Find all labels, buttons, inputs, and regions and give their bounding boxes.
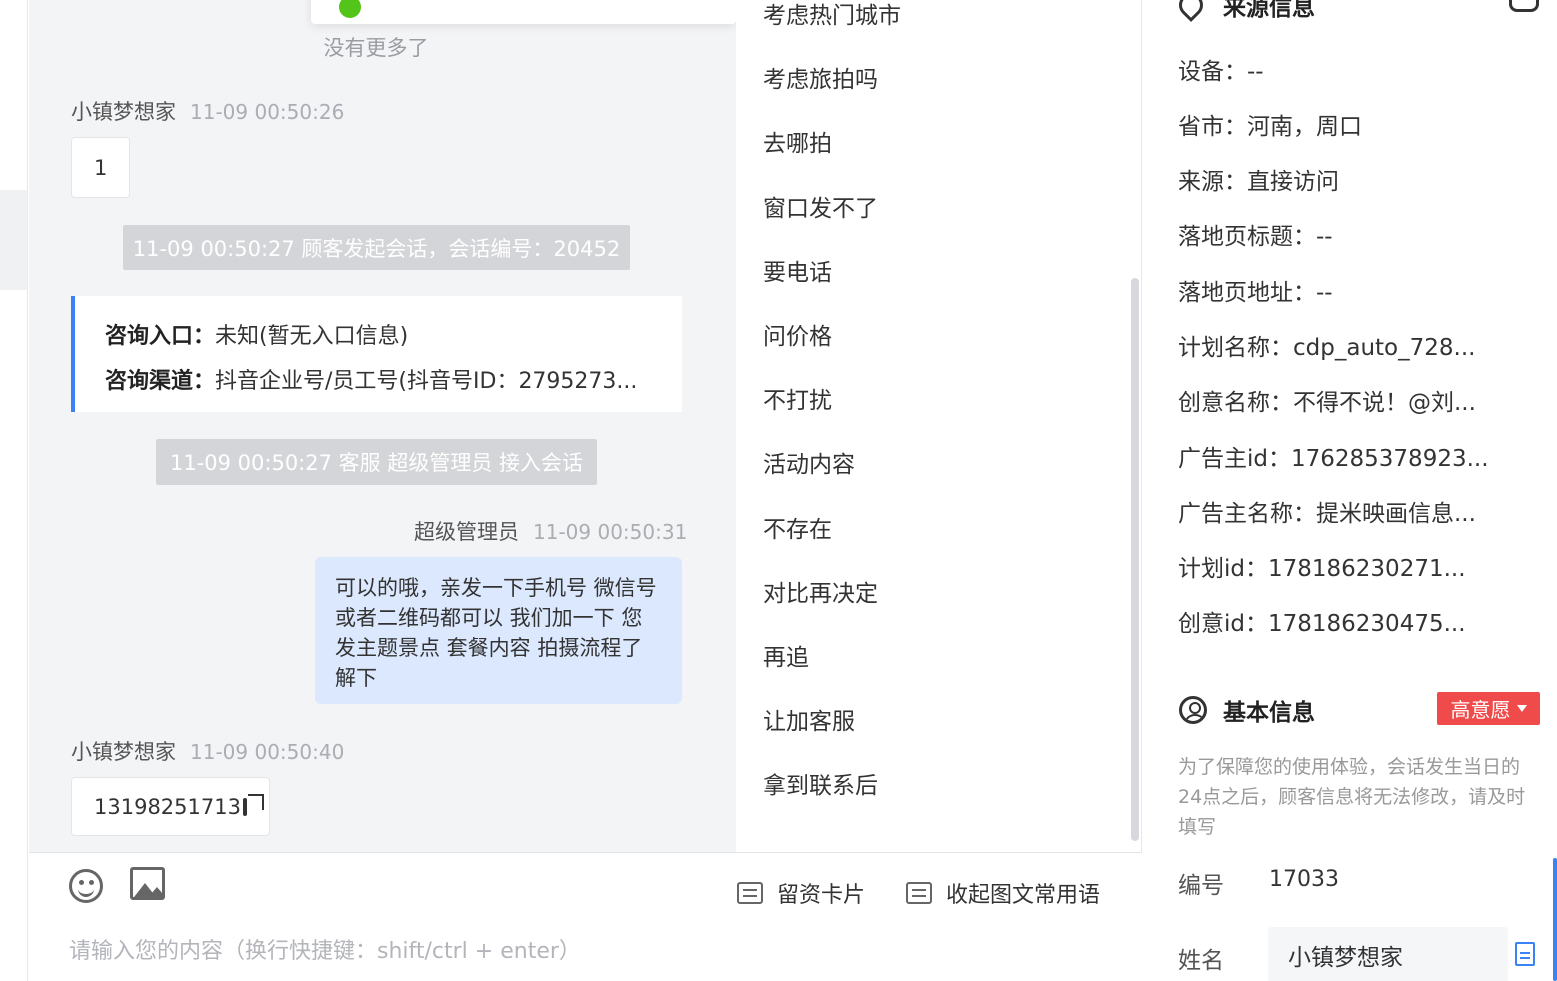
- success-icon: [339, 0, 361, 18]
- name-value: 小镇梦想家: [1288, 945, 1403, 971]
- system-message: 11-09 00:50:27 顾客发起会话，会话编号：20452: [123, 225, 630, 270]
- message-composer: 留资卡片 收起图文常用语 请输入您的内容（换行快捷键：shift/ctrl + …: [29, 852, 1142, 981]
- source-row-advertiser-id: 广告主id：176285378923...: [1178, 446, 1489, 472]
- message-text: 1: [94, 155, 108, 180]
- source-row-origin: 来源：直接访问: [1178, 169, 1339, 195]
- sidebar-selected-item[interactable]: [0, 190, 27, 290]
- card-icon: [737, 882, 763, 904]
- phrase-item[interactable]: 考虑热门城市: [763, 0, 901, 30]
- phrase-item[interactable]: 去哪拍: [763, 124, 832, 158]
- consult-info-card: 咨询入口：未知(暂无入口信息) 咨询渠道：抖音企业号/员工号(抖音号ID：279…: [71, 296, 682, 412]
- consult-channel-value: 抖音企业号/员工号(抖音号ID：2795273...: [215, 369, 638, 394]
- no-more-label: 没有更多了: [323, 36, 429, 60]
- phrase-item[interactable]: 对比再决定: [763, 574, 878, 608]
- intent-level-dropdown[interactable]: 高意愿: [1437, 692, 1540, 725]
- source-row-landing-url: 落地页地址：--: [1178, 280, 1333, 306]
- agent-message-bubble: 可以的哦，亲发一下手机号 微信号或者二维码都可以 我们加一下 您发主题景点 套餐…: [315, 557, 682, 704]
- card-icon: [906, 882, 932, 904]
- lead-card-button[interactable]: 留资卡片: [737, 877, 865, 909]
- caret-down-icon: [1516, 705, 1527, 712]
- source-row-plan-id: 计划id：178186230271...: [1178, 556, 1466, 582]
- source-row-creative-id: 创意id：178186230475...: [1178, 611, 1466, 637]
- message-sender-line: 超级管理员 11-09 00:50:31: [414, 516, 687, 546]
- phrase-item[interactable]: 让加客服: [763, 702, 855, 736]
- message-input[interactable]: 请输入您的内容（换行快捷键：shift/ctrl + enter）: [69, 933, 581, 965]
- consult-entry-value: 未知(暂无入口信息): [215, 324, 409, 349]
- source-row-creative-name: 创意名称：不得不说！@刘...: [1178, 390, 1476, 416]
- sender-name: 小镇梦想家: [71, 100, 176, 124]
- message-time: 11-09 00:50:40: [190, 740, 345, 764]
- sender-name: 小镇梦想家: [71, 740, 176, 764]
- source-info-title: 来源信息: [1223, 0, 1315, 21]
- consult-channel-row: 咨询渠道：抖音企业号/员工号(抖音号ID：2795273...: [105, 363, 682, 408]
- lead-card-label: 留资卡片: [777, 883, 866, 908]
- collapse-phrases-button[interactable]: 收起图文常用语: [906, 877, 1100, 909]
- phrase-item[interactable]: 不存在: [763, 510, 832, 544]
- consult-entry-label: 咨询入口：: [105, 324, 216, 349]
- source-info-header: 来源信息: [1174, 0, 1315, 22]
- source-row-device: 设备：--: [1178, 59, 1264, 85]
- id-label: 编号: [1178, 873, 1224, 899]
- left-sidebar-edge: [0, 0, 28, 981]
- message-time: 11-09 00:50:31: [533, 520, 688, 544]
- image-icon[interactable]: [130, 867, 165, 900]
- source-row-landing-title: 落地页标题：--: [1178, 224, 1333, 250]
- common-phrases-panel: 考虑热门城市 考虑旅拍吗 去哪拍 窗口发不了 要电话 问价格 不打扰 活动内容 …: [736, 0, 1142, 852]
- source-row-plan-name: 计划名称：cdp_auto_728...: [1178, 335, 1476, 361]
- emoji-icon[interactable]: [69, 869, 103, 903]
- phrase-item[interactable]: 考虑旅拍吗: [763, 60, 878, 94]
- message-text: 13198251713: [94, 794, 241, 819]
- source-row-region: 省市：河南，周口: [1178, 114, 1362, 140]
- copy-icon[interactable]: [242, 793, 265, 816]
- customer-message-bubble: 13198251713: [71, 777, 270, 836]
- name-label: 姓名: [1178, 948, 1224, 974]
- app-root: 没有更多了 小镇梦想家 11-09 00:50:26 1 11-09 00:50:…: [0, 0, 1557, 981]
- phrases-scrollbar[interactable]: [1131, 278, 1139, 841]
- phrase-item[interactable]: 再追: [763, 638, 809, 672]
- phrase-item[interactable]: 不打扰: [763, 381, 832, 415]
- shield-icon[interactable]: [1509, 0, 1539, 12]
- document-icon[interactable]: [1515, 942, 1535, 966]
- system-message: 11-09 00:50:27 客服 超级管理员 接入会话: [156, 439, 597, 485]
- source-row-advertiser-name: 广告主名称：提米映画信息...: [1178, 501, 1476, 527]
- customer-info-panel: 来源信息 设备：-- 省市：河南，周口 来源：直接访问 落地页标题：-- 落地页…: [1143, 0, 1557, 981]
- sender-name: 超级管理员: [414, 520, 519, 544]
- intent-level-label: 高意愿: [1450, 698, 1511, 722]
- phrase-item[interactable]: 问价格: [763, 317, 832, 351]
- message-time: 11-09 00:50:26: [190, 100, 345, 124]
- customer-message-bubble: 1: [71, 137, 131, 198]
- consult-channel-label: 咨询渠道：: [105, 369, 216, 394]
- message-sender-line: 小镇梦想家 11-09 00:50:26: [71, 96, 344, 126]
- message-sender-line: 小镇梦想家 11-09 00:50:40: [71, 736, 344, 766]
- id-value: 17033: [1269, 867, 1339, 892]
- phrase-item[interactable]: 窗口发不了: [763, 189, 878, 223]
- collapse-phrases-label: 收起图文常用语: [946, 883, 1101, 908]
- phrase-item[interactable]: 拿到联系后: [763, 766, 878, 800]
- chat-messages-area[interactable]: 没有更多了 小镇梦想家 11-09 00:50:26 1 11-09 00:50:…: [29, 0, 736, 852]
- consult-entry-row: 咨询入口：未知(暂无入口信息): [105, 318, 682, 363]
- basic-info-header: 基本信息: [1179, 693, 1315, 727]
- name-field[interactable]: 小镇梦想家: [1268, 927, 1508, 981]
- phrase-item[interactable]: 活动内容: [763, 445, 855, 479]
- phrase-item[interactable]: 要电话: [763, 253, 832, 287]
- toast-notification: [311, 0, 736, 24]
- panel-edge-indicator: [1553, 858, 1557, 981]
- basic-info-title: 基本信息: [1223, 700, 1315, 726]
- location-icon: [1174, 0, 1208, 22]
- edit-notice: 为了保障您的使用体验，会话发生当日的24点之后，顾客信息将无法修改，请及时填写: [1178, 756, 1526, 838]
- user-icon: [1179, 696, 1207, 724]
